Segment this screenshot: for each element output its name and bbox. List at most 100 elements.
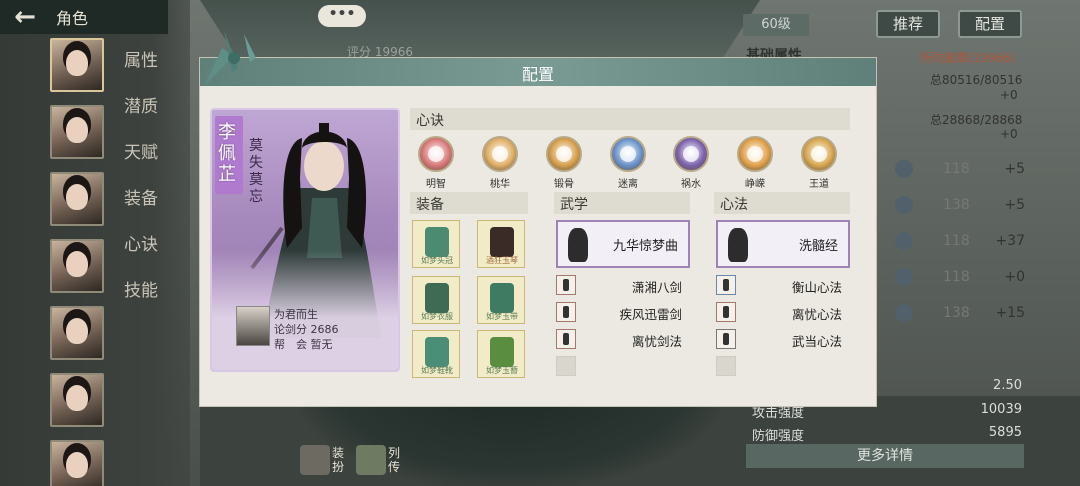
menu-skills[interactable]: 技能 — [124, 276, 158, 301]
character-guild-line: 帮 会 暂无 — [274, 338, 333, 351]
hp-value: 总80516/80516 — [930, 73, 1023, 87]
xinjue-item[interactable]: 祸水 — [667, 136, 715, 190]
equip-slot-boots[interactable]: 如梦鞋靴 — [412, 330, 460, 378]
chat-bubble-button[interactable]: ••• — [318, 5, 366, 27]
equip-section-bar: 装备 — [410, 192, 528, 214]
xinjue-icon — [546, 136, 582, 172]
xinfa-main-skill[interactable]: 洗髓经 — [716, 220, 850, 268]
hp-plus: +0 — [1000, 88, 1018, 102]
xinjue-icon — [418, 136, 454, 172]
xinjue-icon — [801, 136, 837, 172]
wuxue-section-label: 武学 — [560, 197, 588, 213]
xinfa-icon — [716, 275, 736, 295]
stat-row: 138 +5 — [895, 194, 1025, 216]
xinfa-skill-item[interactable]: 衡山心法 — [716, 275, 850, 297]
xinjue-item[interactable]: 峥嵘 — [731, 136, 779, 190]
character-portrait-5[interactable] — [50, 306, 104, 360]
character-portrait-1[interactable] — [50, 38, 104, 92]
xinfa-icon — [716, 302, 736, 322]
xinfa-skill-item[interactable]: 离忧心法 — [716, 302, 850, 324]
dress-button[interactable]: 装扮 — [300, 442, 350, 478]
page-title: 角色 — [56, 9, 89, 28]
character-portrait-3[interactable] — [50, 172, 104, 226]
xinjue-item[interactable]: 锻骨 — [540, 136, 588, 190]
config-button[interactable]: 配置 — [958, 10, 1022, 38]
skill-icon — [895, 304, 913, 322]
xinjue-item[interactable]: 迷离 — [604, 136, 652, 190]
title-label: 所向披靡(19966) — [920, 51, 1016, 65]
xinjue-icon — [610, 136, 646, 172]
xinjue-item[interactable]: 王道 — [795, 136, 843, 190]
equip-slot-head[interactable]: 如梦头冠 — [412, 220, 460, 268]
menu-equipment[interactable]: 装备 — [124, 184, 158, 209]
modal-title: 配置 — [521, 65, 554, 84]
xinjue-item[interactable]: 桃华 — [476, 136, 524, 190]
character-score-line: 论剑分 2686 — [274, 323, 339, 336]
hairpin-icon — [490, 337, 514, 367]
xinjue-icon — [737, 136, 773, 172]
belt-icon — [490, 283, 514, 313]
level-badge: 60级 — [743, 14, 809, 36]
stat-row: 118 +37 — [895, 230, 1025, 252]
wuxue-main-skill[interactable]: 九华惊梦曲 — [556, 220, 690, 268]
skill-icon — [895, 232, 913, 250]
character-card: 李佩芷 莫失莫忘 为君而生 论剑分 2686 帮 会 暂无 — [210, 108, 400, 372]
character-portrait-2[interactable] — [50, 105, 104, 159]
xinjue-icon — [482, 136, 518, 172]
equip-slot-hairpin[interactable]: 如梦玉簪 — [477, 330, 525, 378]
character-name: 李佩芷 — [218, 122, 236, 185]
skill-icon — [895, 268, 913, 286]
menu-xinjue[interactable]: 心诀 — [124, 230, 158, 255]
more-detail-button[interactable]: 更多详情 — [746, 444, 1024, 468]
stat-row: 118 +5 — [895, 158, 1025, 180]
defense-row: 防御强度 5895 — [752, 425, 1022, 444]
character-title-line: 为君而生 — [274, 308, 318, 321]
character-motto: 莫失莫忘 — [249, 138, 263, 205]
xinfa-skill-item[interactable]: 武当心法 — [716, 329, 850, 351]
character-portrait-7[interactable] — [50, 440, 104, 486]
empty-skill-slot[interactable] — [716, 356, 736, 376]
character-portrait-6[interactable] — [50, 373, 104, 427]
mp-plus: +0 — [1000, 127, 1018, 141]
sword-skill-icon — [556, 302, 576, 322]
zither-icon — [490, 227, 514, 257]
wuxue-skill-item[interactable]: 疾风迅雷剑 — [556, 302, 690, 324]
recommend-button[interactable]: 推荐 — [876, 10, 940, 38]
menu-attributes[interactable]: 属性 — [124, 46, 158, 71]
xinfa-icon — [716, 329, 736, 349]
sword-skill-icon — [556, 329, 576, 349]
equip-section-label: 装备 — [416, 197, 444, 213]
top-bar: ← 角色 — [0, 0, 168, 34]
crown-icon — [425, 227, 449, 257]
menu-talent[interactable]: 天赋 — [124, 138, 158, 163]
wuxue-skill-item[interactable]: 潇湘八剑 — [556, 275, 690, 297]
config-modal: 配置 李佩芷 莫失莫忘 为君而生 论剑分 2686 帮 会 暂无 心诀 明智 桃… — [200, 30, 876, 406]
avatar — [236, 306, 270, 346]
sword-skill-icon — [556, 275, 576, 295]
stat-row: 138 +15 — [895, 302, 1025, 324]
boots-icon — [425, 337, 449, 367]
wardrobe-icon — [300, 445, 330, 475]
wuxue-skill-item[interactable]: 离忧剑法 — [556, 329, 690, 351]
arrow-left-icon: ← — [14, 2, 36, 32]
xinjue-icon — [673, 136, 709, 172]
back-button[interactable]: ← — [0, 0, 50, 34]
skill-icon — [895, 160, 913, 178]
empty-skill-slot[interactable] — [556, 356, 576, 376]
menu-potential[interactable]: 潜质 — [124, 92, 158, 117]
xinfa-section-bar: 心法 — [714, 192, 850, 214]
meditation-figure-icon — [728, 228, 748, 262]
scroll-icon — [356, 445, 386, 475]
mp-value: 总28868/28868 — [930, 113, 1023, 127]
wuxue-section-bar: 武学 — [554, 192, 690, 214]
character-portrait-4[interactable] — [50, 239, 104, 293]
stat-row: 118 +0 — [895, 266, 1025, 288]
equip-slot-body[interactable]: 如梦衣服 — [412, 276, 460, 324]
skill-icon — [895, 196, 913, 214]
xinjue-item[interactable]: 明智 — [412, 136, 460, 190]
equip-slot-weapon[interactable]: 酒狂玉琴 — [477, 220, 525, 268]
xinjue-section-label: 心诀 — [416, 113, 444, 129]
equip-slot-belt[interactable]: 如梦玉带 — [477, 276, 525, 324]
biography-button[interactable]: 列传 — [356, 442, 406, 478]
character-sidebar: ← 角色 属性 潜质 天赋 装备 心诀 技能 — [0, 0, 190, 486]
